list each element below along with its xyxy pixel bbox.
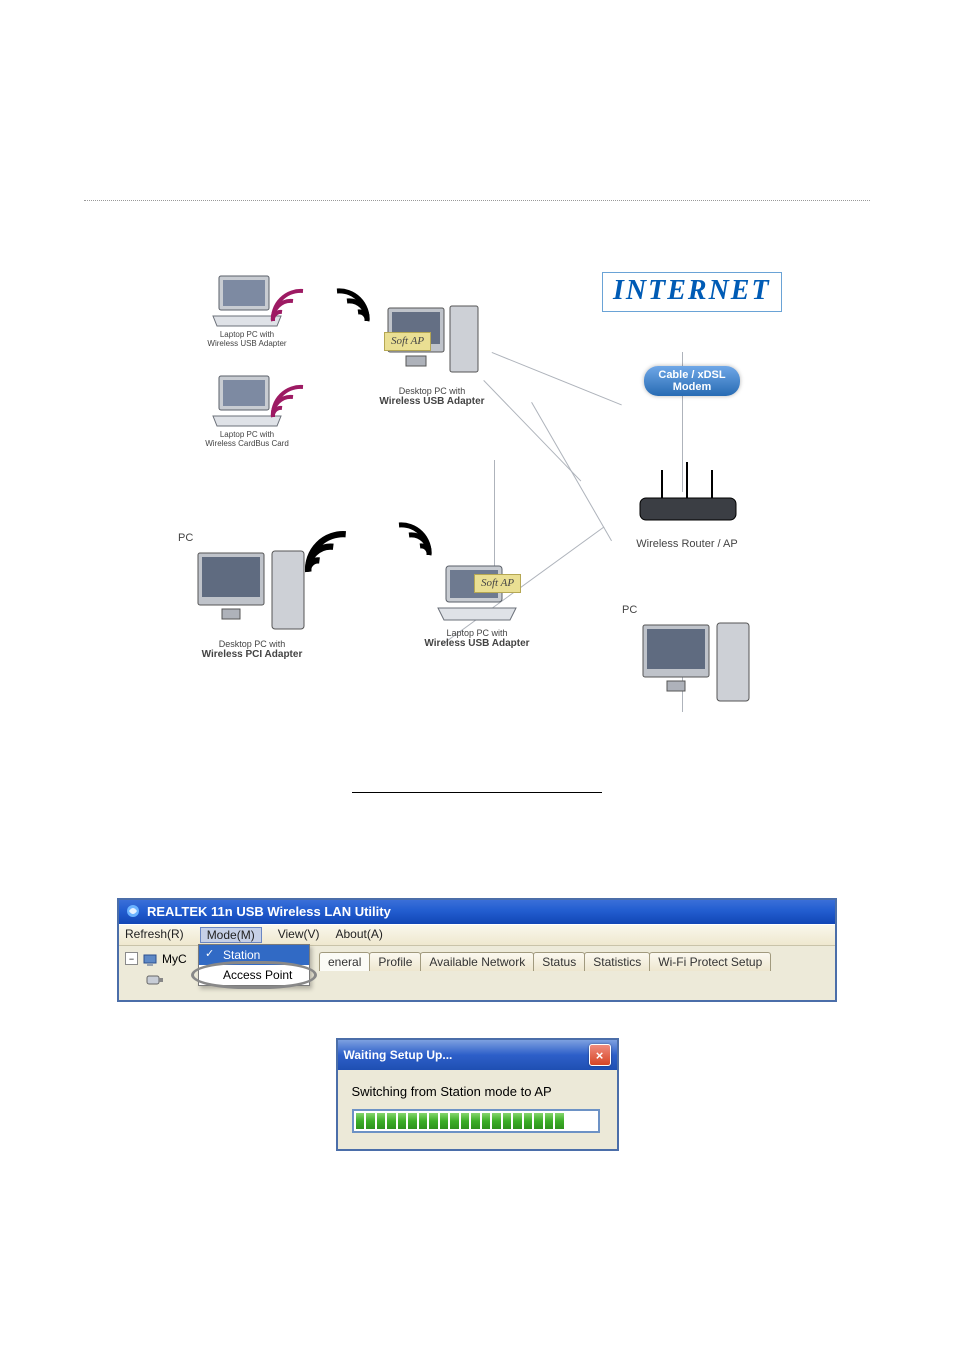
- laptop-icon: [412, 562, 542, 624]
- internet-label: INTERNET: [602, 272, 782, 312]
- modem-badge: Cable / xDSL Modem: [632, 366, 752, 396]
- window-title-bar: REALTEK 11n USB Wireless LAN Utility: [119, 900, 835, 924]
- dialog-title-bar: Waiting Setup Up... ×: [338, 1040, 617, 1070]
- tabs: eneral Profile Available Network Status …: [319, 952, 829, 971]
- device-caption: Wireless Router / AP: [602, 538, 772, 551]
- wifi-icon: [268, 382, 308, 425]
- internet-label-box: INTERNET: [602, 272, 772, 312]
- device-caption: Wireless USB Adapter: [412, 638, 542, 650]
- connector-line: [483, 380, 581, 481]
- progress-segment: [492, 1113, 501, 1129]
- softap-sticker: Soft AP: [474, 574, 521, 593]
- modem-line2: Modem: [673, 381, 712, 393]
- menu-mode[interactable]: Mode(M): [200, 927, 262, 943]
- tab-status[interactable]: Status: [533, 952, 585, 971]
- device-router: Wireless Router / AP: [602, 462, 772, 551]
- desktop-icon: [622, 619, 772, 711]
- progress-segment: [366, 1113, 375, 1129]
- wifi-icon: [332, 286, 372, 329]
- page-separator: [84, 200, 870, 202]
- realtek-utility-window: REALTEK 11n USB Wireless LAN Utility Ref…: [117, 898, 837, 1002]
- pc-label: PC: [622, 604, 772, 617]
- device-caption: Desktop PC with: [172, 639, 332, 649]
- wifi-icon: [394, 520, 434, 563]
- progress-segment: [545, 1113, 554, 1129]
- progress-segment: [450, 1113, 459, 1129]
- progress-segment: [356, 1113, 365, 1129]
- progress-segment: [440, 1113, 449, 1129]
- device-caption: Laptop PC with: [182, 330, 312, 339]
- device-caption: Wireless PCI Adapter: [172, 649, 332, 661]
- mode-access-point[interactable]: Access Point: [199, 965, 309, 985]
- tab-wifi-protect-setup[interactable]: Wi-Fi Protect Setup: [649, 952, 771, 971]
- close-button[interactable]: ×: [589, 1044, 611, 1066]
- progress-segment: [377, 1113, 386, 1129]
- network-diagram: Laptop PC with Wireless USB Adapter Lapt…: [172, 272, 782, 732]
- wifi-icon: [268, 286, 308, 329]
- dialog-message: Switching from Station mode to AP: [352, 1084, 603, 1099]
- progress-segment: [576, 1113, 585, 1129]
- device-caption: Desktop PC with: [372, 386, 492, 396]
- device-softap-laptop: Soft AP Laptop PC with Wireless USB Adap…: [412, 562, 542, 650]
- close-icon: ×: [596, 1048, 604, 1063]
- progress-segment: [429, 1113, 438, 1129]
- tree-root-label[interactable]: MyC: [162, 952, 187, 966]
- usb-device-icon: [145, 972, 165, 988]
- progress-segment: [587, 1113, 596, 1129]
- device-tree: − MyC: [125, 952, 187, 968]
- tab-general[interactable]: eneral: [319, 952, 370, 971]
- tab-statistics[interactable]: Statistics: [584, 952, 650, 971]
- progress-segment: [534, 1113, 543, 1129]
- progress-segment: [471, 1113, 480, 1129]
- progress-segment: [408, 1113, 417, 1129]
- menu-about[interactable]: About(A): [336, 927, 383, 943]
- tree-collapse-icon[interactable]: −: [125, 952, 138, 965]
- progress-segment: [524, 1113, 533, 1129]
- progress-segment: [461, 1113, 470, 1129]
- device-caption: Laptop PC with: [182, 430, 312, 439]
- progress-segment: [387, 1113, 396, 1129]
- device-softap-desktop: Soft AP Desktop PC with Wireless USB Ada…: [372, 302, 492, 408]
- connector-line: [531, 402, 612, 541]
- mode-station[interactable]: Station: [199, 945, 309, 965]
- softap-sticker: Soft AP: [384, 332, 431, 351]
- device-caption: Wireless CardBus Card: [182, 439, 312, 448]
- connector-line: [492, 352, 622, 405]
- device-caption: Laptop PC with: [412, 628, 542, 638]
- tree-child: [145, 972, 165, 991]
- tab-profile[interactable]: Profile: [369, 952, 421, 971]
- progress-bar: [352, 1109, 600, 1133]
- progress-segment: [398, 1113, 407, 1129]
- progress-segment: [513, 1113, 522, 1129]
- progress-segment: [482, 1113, 491, 1129]
- window-title: REALTEK 11n USB Wireless LAN Utility: [147, 904, 391, 919]
- computer-icon: [142, 952, 158, 968]
- device-caption: Wireless USB Adapter: [372, 396, 492, 408]
- tab-available-network[interactable]: Available Network: [420, 952, 534, 971]
- progress-segment: [419, 1113, 428, 1129]
- mode-dropdown-menu: Station Access Point: [198, 944, 310, 986]
- progress-segment: [503, 1113, 512, 1129]
- figure-rule: [352, 792, 602, 793]
- menu-refresh[interactable]: Refresh(R): [125, 927, 184, 943]
- wifi-icon: [302, 528, 352, 581]
- menu-view[interactable]: View(V): [278, 927, 320, 943]
- waiting-dialog: Waiting Setup Up... × Switching from Sta…: [336, 1038, 619, 1151]
- progress-segment: [555, 1113, 564, 1129]
- app-icon: [125, 903, 141, 919]
- device-caption: Wireless USB Adapter: [182, 339, 312, 348]
- router-icon: [602, 462, 772, 532]
- progress-segment: [566, 1113, 575, 1129]
- device-pc-right: PC: [622, 604, 772, 711]
- dialog-title: Waiting Setup Up...: [344, 1048, 453, 1062]
- modem-line1: Cable / xDSL: [658, 369, 725, 381]
- menubar: Refresh(R) Mode(M) View(V) About(A): [119, 924, 835, 946]
